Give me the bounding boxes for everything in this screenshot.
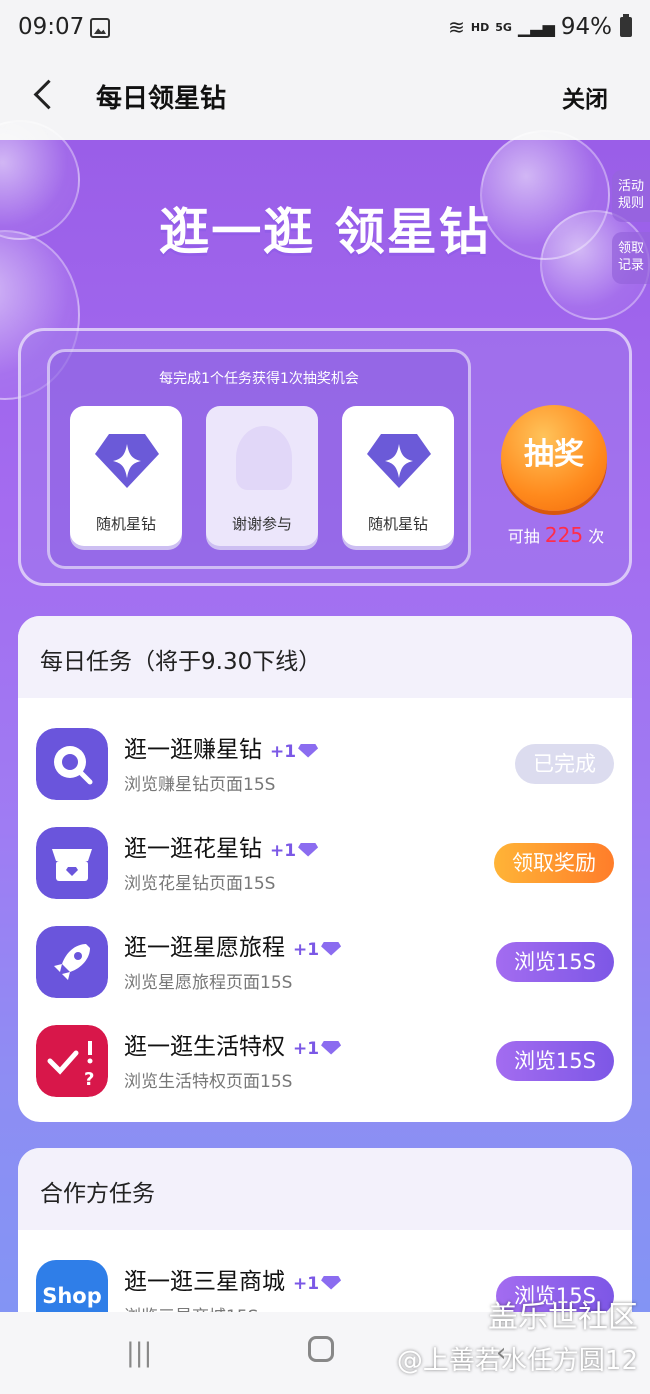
draw-count: 可抽 225 次 xyxy=(491,523,621,547)
records-tab-label: 领取 记录 xyxy=(617,241,644,273)
rules-tab-label: 活动 规则 xyxy=(617,179,644,211)
rules-tab[interactable]: 活动 规则 xyxy=(612,170,650,222)
daily-task-card: 每日任务（将于9.30下线） 逛一逛赚星钻 +1 浏览赚星钻页面15S 已完成 逛… xyxy=(18,616,632,1122)
lottery-panel: 每完成1个任务获得1次抽奖机会 随机星钻 谢谢参与 随机星钻 抽奖 可抽 225… xyxy=(18,328,632,586)
draw-count-value: 225 xyxy=(544,523,584,547)
svg-text:?: ? xyxy=(84,1069,94,1090)
prize-label: 谢谢参与 xyxy=(231,515,292,533)
recents-icon[interactable]: ||| xyxy=(126,1338,152,1368)
prize-card: 随机星钻 xyxy=(342,406,454,546)
draw-button[interactable]: 抽奖 xyxy=(501,405,607,511)
check-question-icon: ? xyxy=(36,1025,108,1097)
task-reward: +1 xyxy=(293,1274,320,1294)
app: 09:07 ≋ HD 5G ▁▃▅ 94% 每日领星钻 关闭 逛一逛 领星钻 活… xyxy=(0,0,650,1394)
task-reward: +1 xyxy=(270,742,297,762)
diamond-icon xyxy=(95,434,159,488)
diamond-small-icon xyxy=(321,1275,342,1290)
task-title: 逛一逛三星商城 +1 xyxy=(124,1262,342,1296)
task-title-text: 逛一逛花星钻 xyxy=(124,836,262,862)
task-title: 逛一逛花星钻 +1 xyxy=(124,829,319,863)
prize-card: 谢谢参与 xyxy=(206,406,318,546)
gallery-icon xyxy=(90,18,110,38)
status-bar: 09:07 ≋ HD 5G ▁▃▅ 94% xyxy=(0,0,650,58)
task-title-text: 逛一逛星愿旅程 xyxy=(124,935,285,961)
task-reward: +1 xyxy=(293,940,320,960)
task-title-text: 逛一逛生活特权 xyxy=(124,1034,285,1060)
prize-card: 随机星钻 xyxy=(70,406,182,546)
diamond-icon xyxy=(367,434,431,488)
page-title: 每日领星钻 xyxy=(96,84,227,114)
task-title-text: 逛一逛赚星钻 xyxy=(124,737,262,763)
task-row: 逛一逛星愿旅程 +1 浏览星愿旅程页面15S 浏览15S xyxy=(18,916,632,1016)
back-icon[interactable] xyxy=(30,78,70,118)
status-right: ≋ HD 5G ▁▃▅ 94% xyxy=(448,14,632,40)
battery-level: 94% xyxy=(560,14,612,40)
network-type: HD xyxy=(470,20,490,34)
task-title: 逛一逛赚星钻 +1 xyxy=(124,730,319,764)
task-desc: 浏览赚星钻页面15S xyxy=(124,775,276,795)
task-reward: +1 xyxy=(293,1039,320,1059)
diamond-small-icon xyxy=(298,743,319,758)
home-icon[interactable] xyxy=(308,1336,334,1362)
task-row: ? 逛一逛生活特权 +1 浏览生活特权页面15S 浏览15S xyxy=(18,1015,632,1115)
daily-task-heading: 每日任务（将于9.30下线） xyxy=(18,616,632,698)
browse-button[interactable]: 浏览15S xyxy=(495,1041,614,1081)
prize-label: 随机星钻 xyxy=(95,515,156,533)
signal-icon: ▁▃▅ xyxy=(517,17,555,37)
status-time: 09:07 xyxy=(18,14,85,40)
task-desc: 浏览生活特权页面15S xyxy=(124,1072,293,1092)
store-icon xyxy=(36,827,108,899)
claim-reward-button[interactable]: 领取奖励 xyxy=(494,843,614,883)
hero-title: 逛一逛 领星钻 xyxy=(159,203,491,261)
draw-count-prefix: 可抽 xyxy=(507,527,540,546)
search-coin-icon xyxy=(36,728,108,800)
task-row: 逛一逛花星钻 +1 浏览花星钻页面15S 领取奖励 xyxy=(18,817,632,917)
task-desc: 浏览花星钻页面15S xyxy=(124,874,276,894)
browse-button[interactable]: 浏览15S xyxy=(495,942,614,982)
task-title: 逛一逛生活特权 +1 xyxy=(124,1027,342,1061)
hero-section: 逛一逛 领星钻 活动 规则 领取 记录 每完成1个任务获得1次抽奖机会 随机星钻… xyxy=(0,120,650,1394)
diamond-small-icon xyxy=(321,941,342,956)
rocket-icon xyxy=(36,926,108,998)
task-reward: +1 xyxy=(270,841,297,861)
diamond-small-icon xyxy=(298,842,319,857)
diamond-small-icon xyxy=(321,1040,342,1055)
battery-icon xyxy=(620,14,632,37)
task-title-text: 逛一逛三星商城 xyxy=(124,1269,285,1295)
close-button[interactable]: 关闭 xyxy=(562,80,608,114)
prize-label: 随机星钻 xyxy=(367,515,428,533)
watermark-author: @上善若水任方圆12 xyxy=(396,1346,638,1376)
draw-count-suffix: 次 xyxy=(588,527,605,546)
partner-task-heading: 合作方任务 xyxy=(18,1148,632,1230)
task-title: 逛一逛星愿旅程 +1 xyxy=(124,928,342,962)
prize-board: 每完成1个任务获得1次抽奖机会 随机星钻 谢谢参与 随机星钻 xyxy=(47,349,471,569)
watermark-title: 盖乐世社区 xyxy=(488,1300,638,1335)
title-bar: 每日领星钻 关闭 xyxy=(0,58,650,140)
task-row: 逛一逛赚星钻 +1 浏览赚星钻页面15S 已完成 xyxy=(18,718,632,818)
wifi-icon: ≋ xyxy=(448,15,465,39)
lottery-hint: 每完成1个任务获得1次抽奖机会 xyxy=(159,371,359,387)
task-desc: 浏览星愿旅程页面15S xyxy=(124,973,293,993)
thanks-icon xyxy=(236,426,292,490)
signal-type: 5G xyxy=(495,20,512,34)
task-done-button[interactable]: 已完成 xyxy=(515,744,614,784)
records-tab[interactable]: 领取 记录 xyxy=(612,232,650,284)
